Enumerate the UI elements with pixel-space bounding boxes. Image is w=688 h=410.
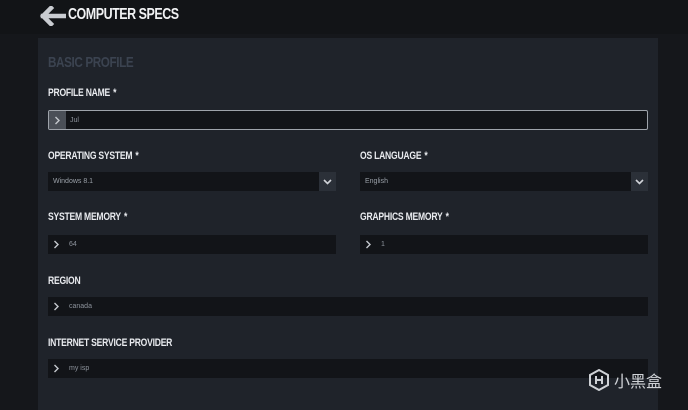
section-title: BASIC PROFILE <box>48 54 134 71</box>
region-label: REGION <box>48 275 81 287</box>
chevron-right-icon <box>48 359 65 378</box>
operating-system-select[interactable]: Windows 8.1 <box>48 172 336 191</box>
required-marker: * <box>135 150 139 162</box>
heybox-logo-icon <box>589 369 609 391</box>
system-memory-field[interactable]: 64 <box>48 235 336 254</box>
system-memory-label: SYSTEM MEMORY * <box>48 211 128 223</box>
watermark-text: 小黑盒 <box>614 374 663 391</box>
chevron-down-icon[interactable] <box>631 172 648 191</box>
os-language-label: OS LANGUAGE * <box>360 150 428 162</box>
chevron-right-icon <box>49 111 66 129</box>
graphics-memory-label: GRAPHICS MEMORY * <box>360 211 449 223</box>
chevron-right-icon <box>48 297 65 316</box>
required-marker: * <box>445 211 449 223</box>
basic-profile-panel: BASIC PROFILE PROFILE NAME * Jul OPERATIN… <box>38 38 658 410</box>
profile-name-label: PROFILE NAME * <box>48 87 117 99</box>
operating-system-label: OPERATING SYSTEM * <box>48 150 139 162</box>
os-language-select[interactable]: English <box>360 172 648 191</box>
isp-value: my isp <box>69 365 90 372</box>
chevron-right-icon <box>48 235 65 254</box>
top-bar: COMPUTER SPECS <box>0 0 688 34</box>
chevron-right-icon <box>360 235 377 254</box>
arrow-left-icon[interactable] <box>40 6 66 26</box>
isp-label: INTERNET SERVICE PROVIDER <box>48 337 173 349</box>
graphics-memory-value: 1 <box>381 241 385 248</box>
isp-field[interactable]: my isp <box>48 359 648 378</box>
required-marker: * <box>124 211 128 223</box>
system-memory-value: 64 <box>69 241 77 248</box>
page-title: COMPUTER SPECS <box>68 6 179 23</box>
profile-name-field[interactable]: Jul <box>48 110 648 130</box>
profile-name-value: Jul <box>70 117 79 124</box>
chevron-down-icon[interactable] <box>319 172 336 191</box>
required-marker: * <box>424 150 428 162</box>
region-value: canada <box>69 303 92 310</box>
graphics-memory-field[interactable]: 1 <box>360 235 648 254</box>
required-marker: * <box>113 87 117 99</box>
region-field[interactable]: canada <box>48 297 648 316</box>
operating-system-value: Windows 8.1 <box>53 178 94 185</box>
watermark: 小黑盒 <box>588 368 662 392</box>
os-language-value: English <box>365 178 388 185</box>
